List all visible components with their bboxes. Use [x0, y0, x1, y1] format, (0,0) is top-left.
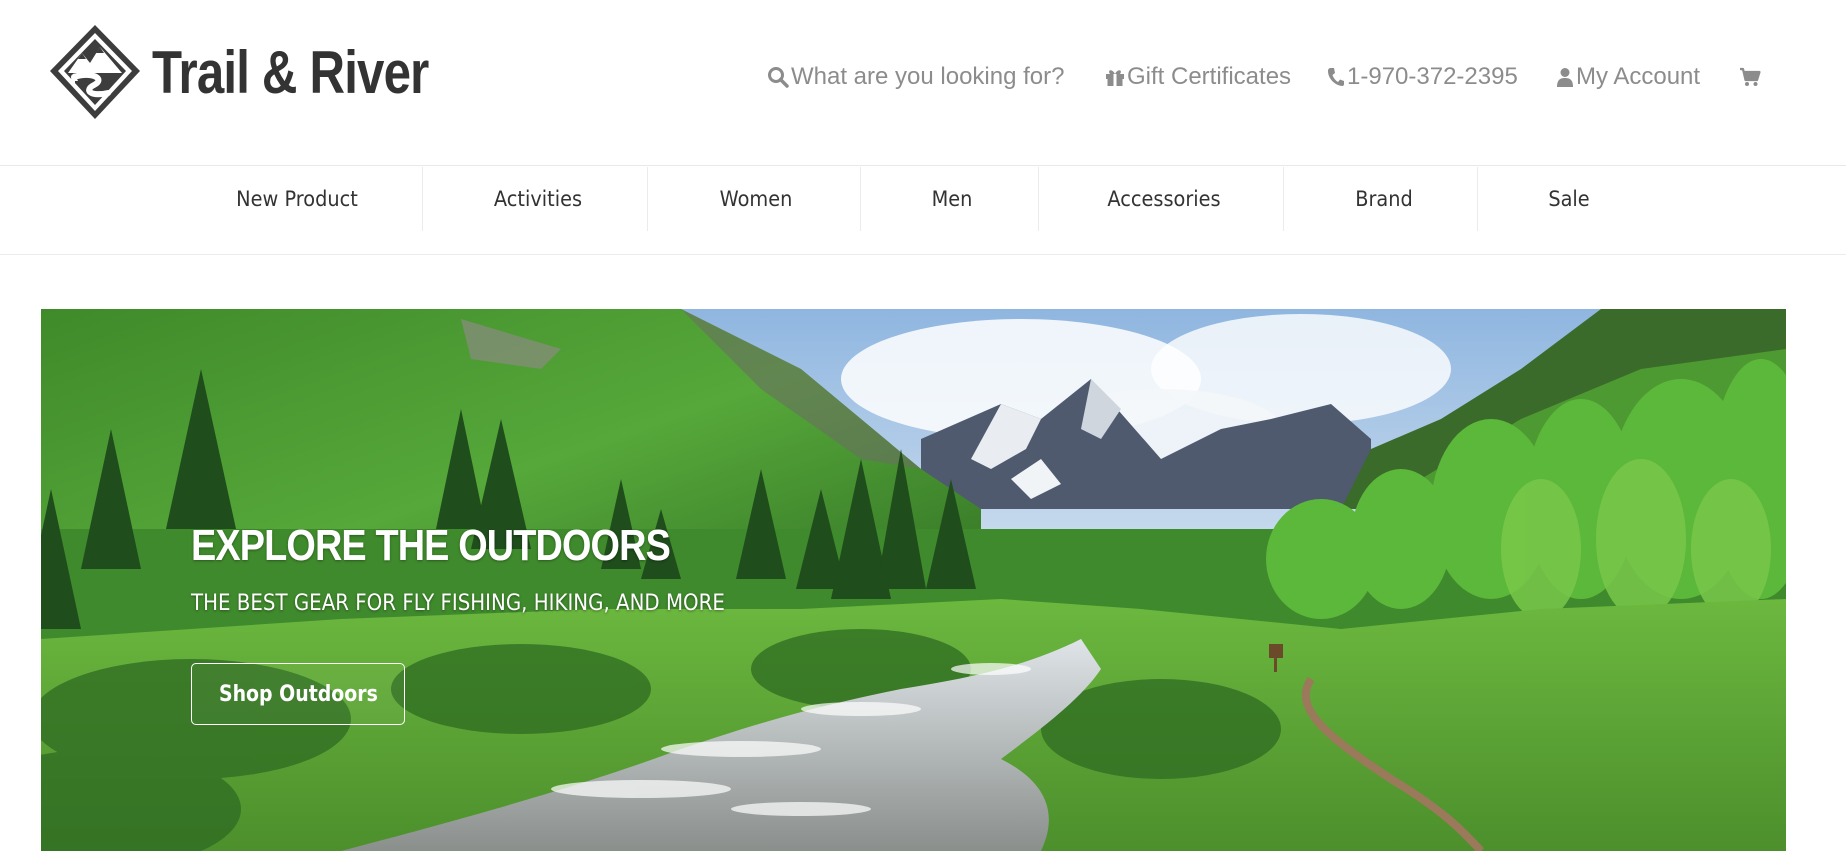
main-nav: New Product Activities Women Men Accesso… — [0, 167, 1846, 255]
nav-item-accessories[interactable]: Accessories — [1096, 167, 1232, 231]
nav-item-sale[interactable]: Sale — [1524, 167, 1614, 231]
cart-icon — [1740, 67, 1761, 86]
nav-item-new-product[interactable]: New Product — [217, 167, 377, 231]
shop-outdoors-button[interactable]: Shop Outdoors — [191, 663, 405, 725]
gift-certificates-link[interactable]: Gift Certificates — [1105, 63, 1291, 91]
cart-button[interactable] — [1739, 67, 1763, 87]
logo-text: Trail & River — [152, 38, 429, 106]
nav-item-women[interactable]: Women — [697, 167, 815, 231]
gift-icon — [1106, 70, 1124, 86]
shop-outdoors-label: Shop Outdoors — [218, 681, 378, 707]
search-icon — [768, 67, 789, 88]
search-label: What are you looking for? — [791, 63, 1065, 90]
nav-item-brand[interactable]: Brand — [1334, 167, 1433, 231]
user-icon — [1557, 68, 1573, 87]
nav-divider — [647, 167, 648, 231]
hero-subtitle: THE BEST GEAR FOR FLY FISHING, HIKING, A… — [191, 591, 725, 616]
my-account-label: My Account — [1576, 63, 1701, 90]
logo-mark-icon — [50, 25, 140, 119]
hero-banner: EXPLORE THE OUTDOORS THE BEST GEAR FOR F… — [41, 309, 1786, 851]
phone-icon — [1328, 68, 1344, 86]
nav-divider — [1477, 167, 1478, 231]
phone-label: 1-970-372-2395 — [1347, 63, 1518, 90]
hero-landscape-image — [41, 309, 1786, 851]
nav-divider — [422, 167, 423, 231]
site-header: Trail & River What are you looking for? … — [0, 0, 1846, 166]
nav-item-men[interactable]: Men — [904, 167, 1000, 231]
search-link[interactable]: What are you looking for? — [767, 63, 1064, 91]
nav-divider — [860, 167, 861, 231]
nav-divider — [1038, 167, 1039, 231]
phone-link[interactable]: 1-970-372-2395 — [1327, 63, 1518, 91]
gift-certificates-label: Gift Certificates — [1127, 63, 1292, 90]
logo[interactable]: Trail & River — [48, 22, 489, 122]
hero-title: EXPLORE THE OUTDOORS — [191, 521, 671, 570]
nav-divider — [1283, 167, 1284, 231]
nav-item-activities[interactable]: Activities — [468, 167, 608, 231]
my-account-link[interactable]: My Account — [1556, 63, 1700, 91]
